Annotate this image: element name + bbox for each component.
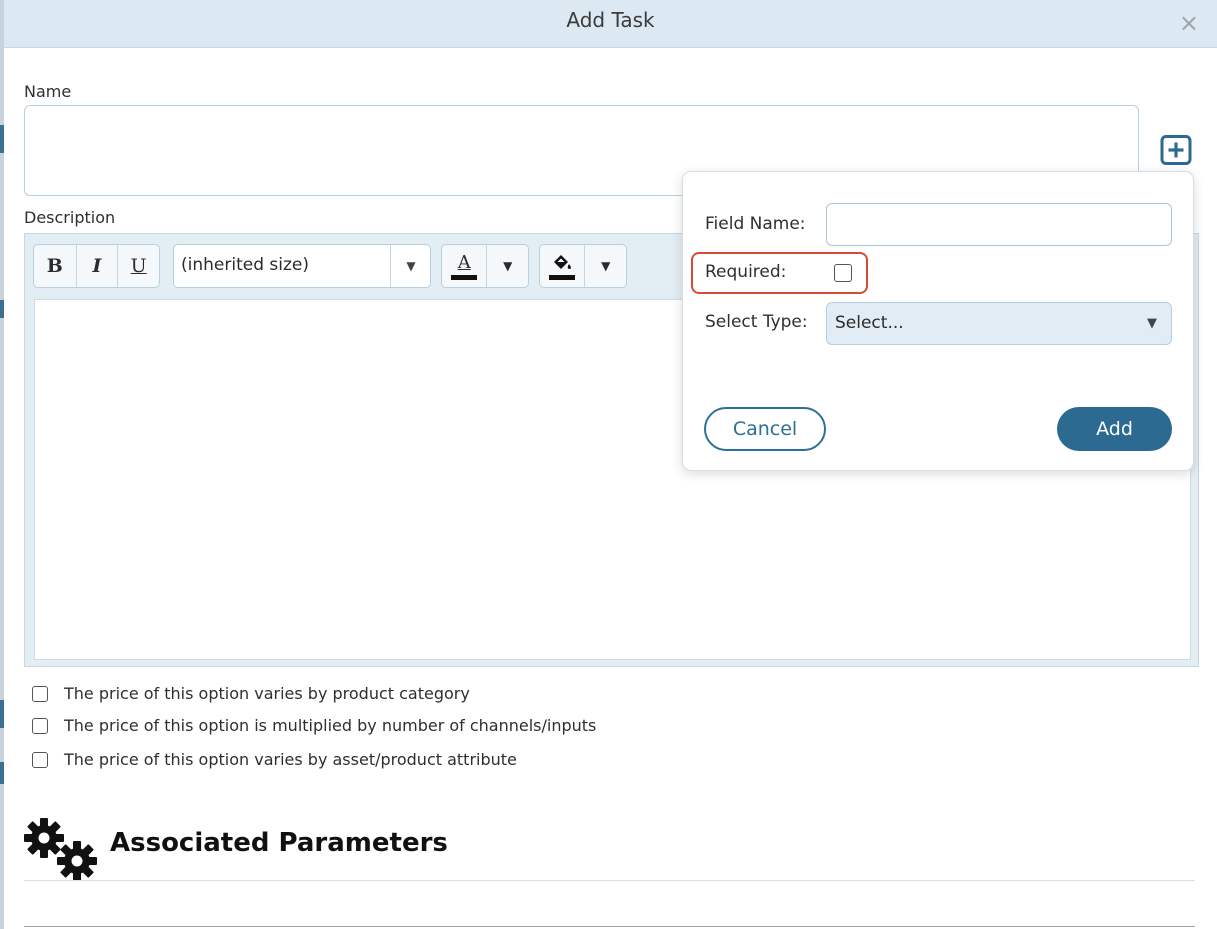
chevron-down-icon: ▼ [1147,316,1157,331]
plus-square-icon[interactable] [1160,135,1192,165]
format-button-group: B I U [33,244,160,288]
bold-button[interactable]: B [34,245,77,287]
option-row: The price of this option is multiplied b… [32,716,596,735]
option-row: The price of this option varies by asset… [32,750,517,769]
chevron-down-icon[interactable]: ▼ [585,245,626,287]
description-label: Description [24,208,116,227]
background-edge-mark [0,125,4,153]
section-divider [24,880,1195,881]
option-checkbox[interactable] [32,685,48,702]
associated-parameters-title: Associated Parameters [110,828,448,858]
background-edge-mark [0,300,4,318]
background-edge [0,0,4,929]
section-divider [24,926,1195,927]
add-button[interactable]: Add [1057,407,1172,451]
highlight-color-control: ▼ [539,244,627,288]
highlight-color-button[interactable] [540,245,586,287]
field-name-label: Field Name: [705,214,806,234]
field-name-input[interactable] [826,203,1172,246]
background-edge-mark [0,700,4,728]
font-size-select[interactable]: (inherited size) ▼ [173,244,431,288]
option-label: The price of this option varies by asset… [64,750,517,769]
paint-bucket-icon [549,253,576,280]
close-icon[interactable]: × [1179,11,1199,35]
italic-button[interactable]: I [77,245,119,287]
text-color-control: A ▼ [441,244,529,288]
option-row: The price of this option varies by produ… [32,684,470,703]
text-color-button[interactable]: A [442,245,488,287]
select-type-dropdown[interactable]: Select... ▼ [826,302,1172,345]
text-color-swatch [451,274,478,280]
option-label: The price of this option is multiplied b… [64,716,597,735]
required-label: Required: [705,262,787,282]
dialog-title: Add Task [566,8,655,32]
highlight-color-swatch [549,274,576,280]
paint-bucket-glyph [554,254,572,269]
text-color-glyph: A [457,251,471,273]
option-checkbox[interactable] [32,751,48,768]
option-checkbox[interactable] [32,717,48,734]
chevron-down-icon[interactable]: ▼ [390,245,431,287]
name-label: Name [24,82,72,101]
add-field-popover: Field Name: Required: Select Type: Selec… [682,171,1194,471]
chevron-down-icon[interactable]: ▼ [487,245,528,287]
required-checkbox[interactable] [834,264,852,282]
background-edge-mark [0,762,4,784]
select-type-label: Select Type: [705,312,808,332]
font-size-value: (inherited size) [181,255,309,275]
cancel-button[interactable]: Cancel [704,407,826,451]
underline-button[interactable]: U [118,245,159,287]
option-label: The price of this option varies by produ… [64,684,470,703]
select-type-value: Select... [835,313,904,333]
text-color-icon: A [451,251,478,280]
dialog-title-bar: Add Task × [4,0,1217,48]
gears-icon [24,818,97,881]
